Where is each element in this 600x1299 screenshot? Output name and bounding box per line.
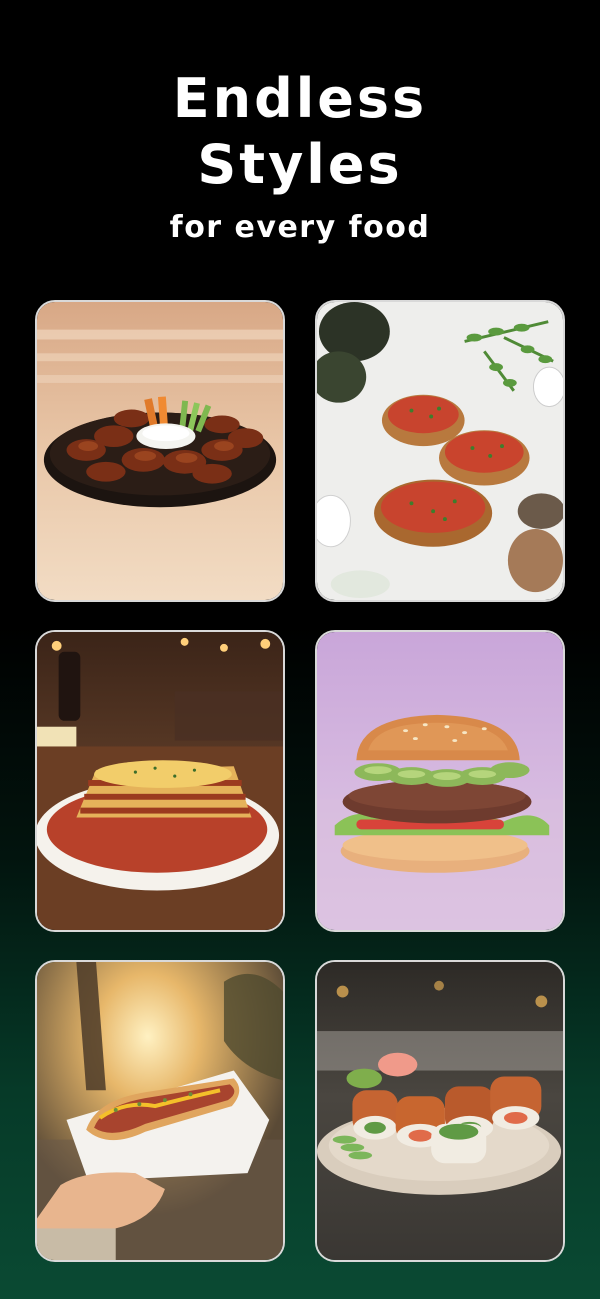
gallery-tile-bruschetta[interactable]	[315, 300, 565, 602]
gallery-tile-sushi[interactable]	[315, 960, 565, 1262]
subtitle: for every food	[169, 210, 431, 245]
gallery-tile-wings[interactable]	[35, 300, 285, 602]
lasagna-image	[37, 632, 283, 930]
food-style-gallery	[35, 300, 565, 1262]
chicken-wings-platter-image	[37, 302, 283, 600]
gallery-tile-lasagna[interactable]	[35, 630, 285, 932]
sushi-rolls-image	[317, 962, 563, 1260]
header: Endless Styles for every food	[0, 66, 600, 246]
hot-dog-image	[37, 962, 283, 1260]
gallery-tile-burger[interactable]	[315, 630, 565, 932]
title-line-1: Endless	[172, 67, 428, 130]
gallery-tile-hotdog[interactable]	[35, 960, 285, 1262]
title-line-2: Styles	[197, 133, 403, 196]
burger-image	[317, 632, 563, 930]
bruschetta-image	[317, 302, 563, 600]
